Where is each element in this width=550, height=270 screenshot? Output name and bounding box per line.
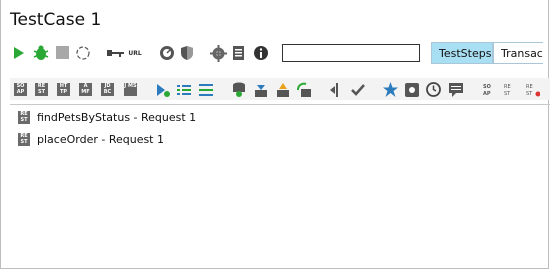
add-amf-step-button[interactable]: A MF [79,83,92,96]
add-jdbc-step-button[interactable]: JD BC [101,83,114,96]
loop-icon[interactable] [75,45,91,61]
svg-text:RE: RE [504,84,511,90]
rest-step-icon: RE ST [18,132,30,146]
run-icon[interactable] [12,46,26,60]
svg-text:AP: AP [483,91,491,97]
document-icon[interactable] [233,46,244,60]
info-icon[interactable] [253,45,269,61]
key-icon[interactable] [107,47,125,59]
soap-mock-icon[interactable]: SO AP [482,83,496,97]
add-soap-step-button[interactable]: SO AP [14,83,27,96]
add-http-step-button[interactable]: HT TP [57,83,70,96]
teststeps-list: RE ST findPetsByStatus - Request 1 RE ST p… [10,105,550,265]
list-item[interactable]: RE ST findPetsByStatus - Request 1 [18,108,196,126]
gauge-icon[interactable] [159,45,175,61]
list-item[interactable]: RE ST placeOrder - Request 1 [18,130,164,148]
svg-text:ST: ST [504,91,511,97]
step-label: findPetsByStatus - Request 1 [37,110,197,124]
rest-mock-icon[interactable]: RE ST [503,83,517,97]
image-icon[interactable] [405,83,419,97]
comment-icon[interactable] [449,83,463,97]
add-jms-step-button[interactable]: J MS [124,83,137,96]
star-icon[interactable] [383,82,398,97]
debug-bug-icon[interactable] [32,44,50,62]
svg-text:RE: RE [526,84,533,90]
step-label: placeOrder - Request 1 [37,132,164,146]
url-button[interactable]: URL [127,48,143,58]
gear-icon[interactable] [210,45,227,62]
add-rest-step-button[interactable]: RE ST [35,83,48,96]
stop-icon[interactable] [56,46,69,59]
arrows-icon[interactable] [330,83,344,97]
search-input[interactable] [282,44,420,62]
checkmark-icon[interactable] [351,83,365,97]
url-label: URL [128,49,142,57]
clock-icon[interactable] [426,82,441,97]
tab-transactions[interactable]: Transactions [493,42,543,64]
page-title: TestCase 1 [10,10,102,30]
rest-step-icon: RE ST [18,110,30,124]
database-add-icon[interactable] [232,82,246,98]
property-list-icon[interactable] [199,83,213,97]
shield-icon[interactable] [180,45,194,61]
database-transfer-icon[interactable] [276,82,290,98]
database-refresh-icon[interactable] [296,82,312,98]
tab-teststeps[interactable]: TestSteps [431,42,493,64]
svg-text:SO: SO [483,84,491,90]
svg-text:ST: ST [526,91,533,97]
run-step-icon[interactable] [156,83,170,97]
database-import-icon[interactable] [254,82,268,98]
list-icon[interactable] [177,83,191,97]
rest-mock-delete-icon[interactable]: RE ST [526,83,540,97]
